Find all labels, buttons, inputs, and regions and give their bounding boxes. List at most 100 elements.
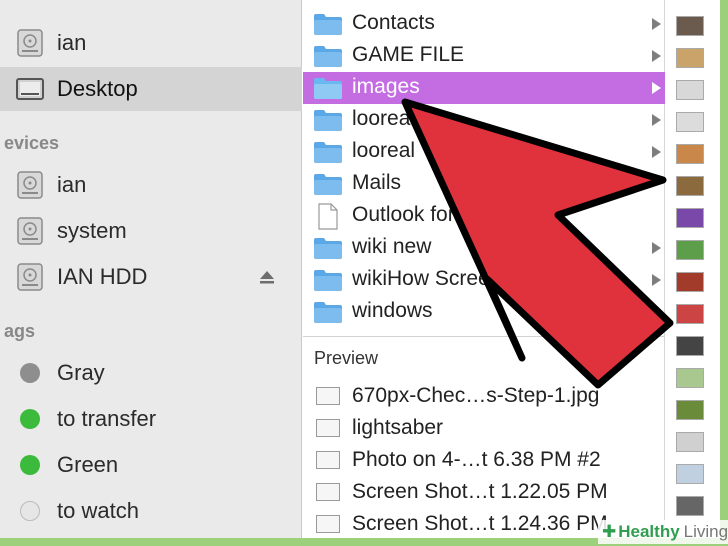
preview-row-label: lightsaber bbox=[352, 416, 444, 439]
chevron-right-icon bbox=[652, 82, 661, 94]
preview-row[interactable]: Photo on 4-…t 6.38 PM #2 bbox=[303, 444, 665, 476]
tag-color-dot bbox=[20, 501, 40, 521]
image-thumbnail[interactable] bbox=[676, 464, 704, 484]
image-thumbnail[interactable] bbox=[676, 400, 704, 420]
file-row-label: wikiHow Screenshots bbox=[352, 267, 552, 290]
disk-icon bbox=[17, 263, 43, 291]
image-thumbnail[interactable] bbox=[676, 80, 704, 100]
eject-icon[interactable] bbox=[259, 269, 275, 285]
tag-color-dot bbox=[20, 363, 40, 383]
file-row-label: Contacts bbox=[352, 11, 435, 34]
file-column: Contacts GAME FILE images looreal looreal Mai… bbox=[303, 0, 665, 538]
devices-header: evices bbox=[4, 133, 60, 153]
sidebar-item-label: IAN HDD bbox=[57, 264, 148, 289]
file-row[interactable]: wikiHow Screenshots bbox=[303, 264, 665, 296]
image-thumbnail[interactable] bbox=[676, 144, 704, 164]
file-row[interactable]: Contacts bbox=[303, 8, 665, 40]
disk-icon bbox=[17, 29, 43, 57]
file-row[interactable]: windows bbox=[303, 296, 665, 328]
finder-window: ian Desktop evices ian system IAN HDD ag… bbox=[0, 0, 728, 538]
image-file-icon bbox=[316, 483, 340, 501]
sidebar-item-label: ian bbox=[57, 172, 87, 197]
file-row[interactable]: looreal bbox=[303, 104, 665, 136]
file-row-label: windows bbox=[352, 299, 433, 322]
chevron-right-icon bbox=[652, 146, 661, 158]
file-row-label: GAME FILE bbox=[352, 43, 465, 66]
sidebar-item-tag-gray[interactable]: Gray bbox=[0, 351, 302, 395]
sidebar-item-ian-home[interactable]: ian bbox=[0, 21, 302, 65]
watermark: ✚ Healthy Living bbox=[598, 520, 728, 544]
sidebar-item-system[interactable]: system bbox=[0, 209, 302, 253]
preview-divider bbox=[303, 336, 665, 337]
file-row-label: images bbox=[352, 75, 420, 98]
sidebar-item-desktop[interactable]: Desktop bbox=[0, 67, 302, 111]
file-row[interactable]: GAME FILE bbox=[303, 40, 665, 72]
file-row-label: looreal bbox=[352, 107, 416, 130]
watermark-brand: Healthy bbox=[618, 522, 680, 541]
chevron-right-icon bbox=[652, 114, 661, 126]
disk-icon bbox=[17, 171, 43, 199]
preview-row-label: Screen Shot…t 1.24.36 PM bbox=[352, 512, 608, 535]
image-thumbnail[interactable] bbox=[676, 432, 704, 452]
sidebar-item-label: Desktop bbox=[57, 76, 138, 101]
sidebar: ian Desktop evices ian system IAN HDD ag… bbox=[0, 0, 302, 538]
image-thumbnail[interactable] bbox=[676, 208, 704, 228]
preview-row-label: 670px-Chec…s-Step-1.jpg bbox=[352, 384, 600, 407]
image-thumbnail[interactable] bbox=[676, 48, 704, 68]
sidebar-item-ian-hdd[interactable]: IAN HDD bbox=[0, 255, 302, 299]
folder-icon bbox=[314, 270, 342, 291]
sidebar-item-label: to watch bbox=[57, 498, 139, 523]
tag-color-dot bbox=[20, 455, 40, 475]
file-row[interactable]: images bbox=[303, 72, 665, 104]
folder-icon bbox=[314, 142, 342, 163]
image-thumbnail[interactable] bbox=[676, 304, 704, 324]
file-row-label: Mails bbox=[352, 171, 402, 194]
image-thumbnail[interactable] bbox=[676, 112, 704, 132]
preview-row-label: Screen Shot…t 1.22.05 PM bbox=[352, 480, 608, 503]
chevron-right-icon bbox=[652, 242, 661, 254]
chevron-right-icon bbox=[652, 274, 661, 286]
sidebar-item-label: system bbox=[57, 218, 127, 243]
file-row[interactable]: Mails bbox=[303, 168, 665, 200]
document-icon bbox=[318, 203, 338, 230]
sidebar-item-tag-to-watch[interactable]: to watch bbox=[0, 489, 302, 533]
file-row-label: looreal bbox=[352, 139, 416, 162]
chevron-right-icon bbox=[652, 50, 661, 62]
image-thumbnail[interactable] bbox=[676, 368, 704, 388]
preview-row[interactable]: lightsaber bbox=[303, 412, 665, 444]
tag-color-dot bbox=[20, 409, 40, 429]
folder-icon bbox=[314, 110, 342, 131]
desktop-icon bbox=[16, 78, 44, 100]
file-row[interactable]: looreal bbox=[303, 136, 665, 168]
image-file-icon bbox=[316, 451, 340, 469]
disk-icon bbox=[17, 217, 43, 245]
preview-row[interactable]: 670px-Chec…s-Step-1.jpg bbox=[303, 380, 665, 412]
preview-row-label: Photo on 4-…t 6.38 PM #2 bbox=[352, 448, 601, 471]
image-file-icon bbox=[316, 387, 340, 405]
sidebar-item-tag-green[interactable]: Green bbox=[0, 443, 302, 487]
image-thumbnail[interactable] bbox=[676, 336, 704, 356]
sidebar-item-label: Gray bbox=[57, 360, 105, 385]
watermark-suffix: Living bbox=[683, 522, 728, 541]
preview-row[interactable]: Screen Shot…t 1.22.05 PM bbox=[303, 476, 665, 508]
image-thumbnail[interactable] bbox=[676, 240, 704, 260]
folder-icon bbox=[314, 78, 342, 99]
image-file-icon bbox=[316, 419, 340, 437]
sidebar-item-tag-to-transfer[interactable]: to transfer bbox=[0, 397, 302, 441]
folder-icon bbox=[314, 14, 342, 35]
sidebar-item-label: to transfer bbox=[57, 406, 157, 431]
image-column bbox=[666, 0, 720, 538]
file-row-label: wiki new bbox=[352, 235, 432, 258]
folder-icon bbox=[314, 46, 342, 67]
file-row[interactable]: Outlook for Mac.htm bbox=[303, 200, 665, 232]
preview-header: Preview bbox=[314, 348, 379, 368]
file-row[interactable]: wiki new bbox=[303, 232, 665, 264]
sidebar-item-ian-disk[interactable]: ian bbox=[0, 163, 302, 207]
image-thumbnail[interactable] bbox=[676, 16, 704, 36]
sidebar-item-label: ian bbox=[57, 30, 87, 55]
plus-icon: ✚ bbox=[602, 522, 617, 541]
image-thumbnail[interactable] bbox=[676, 272, 704, 292]
image-thumbnail[interactable] bbox=[676, 496, 704, 516]
image-thumbnail[interactable] bbox=[676, 176, 704, 196]
folder-icon bbox=[314, 238, 342, 259]
